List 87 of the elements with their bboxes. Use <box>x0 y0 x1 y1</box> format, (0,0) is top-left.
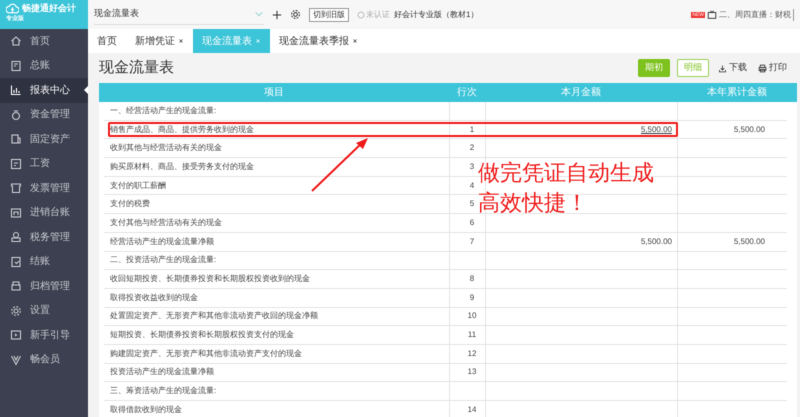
table-cell: 7 <box>470 236 474 248</box>
table-cell: 12 <box>468 348 476 360</box>
table-cell-text: 支付的税费 <box>109 198 151 210</box>
cloud-icon <box>6 2 19 16</box>
sidebar-item[interactable]: 报表中心 <box>0 78 88 102</box>
table-cell-text: 5,500.00 <box>640 124 673 136</box>
sidebar-item[interactable]: 固定资产 <box>0 127 88 152</box>
logo-name: 畅捷通好会计 <box>22 2 76 15</box>
download-icon <box>718 64 727 72</box>
report-select[interactable]: 现金流量表 <box>94 4 264 24</box>
table-cell-text: 5,500.00 <box>732 124 766 136</box>
annotation-arrow <box>310 137 370 193</box>
sidebar-item[interactable]: 税务管理 <box>0 225 88 250</box>
tab[interactable]: 新增凭证 <box>126 29 193 53</box>
old-version-button[interactable]: 切到旧版 <box>309 8 349 22</box>
table-cell-text: 收回短期投资、长期债券投资和长期股权投资收到的现金 <box>109 273 311 286</box>
receipt-icon <box>10 182 22 194</box>
calendar-icon <box>10 206 22 219</box>
table-cell-text: 处置固定资产、无形资产和其他非流动资产收回的现金净额 <box>109 310 319 322</box>
table-cell-text: 支付其他与经营活动有关的现金 <box>109 216 223 229</box>
table-cell: 9 <box>470 292 474 304</box>
table-cell: 6 <box>470 216 474 229</box>
sidebar-item[interactable]: 新手引导 <box>0 323 88 348</box>
table-cell: 14 <box>468 404 476 416</box>
sidebar-item[interactable]: 发票管理 <box>0 176 88 200</box>
table-cell-text: 购建固定资产、无形资产和其他非流动资产支付的现金 <box>109 348 303 360</box>
column-header: 行次 <box>456 86 478 100</box>
table-cell: 8 <box>470 273 474 286</box>
table-cell: 5 <box>470 198 474 210</box>
table-cell-text: 销售产成品、商品、提供劳务收到的现金 <box>109 124 255 136</box>
column-header: 项目 <box>263 86 285 100</box>
home-icon <box>10 35 22 48</box>
settings-icon <box>10 304 22 317</box>
table-cell: 1 <box>470 124 474 136</box>
sidebar-item[interactable]: 首页 <box>0 29 88 54</box>
sidebar-item[interactable]: 结账 <box>0 250 88 274</box>
table-cell: 11 <box>468 329 476 342</box>
ledger-icon <box>10 60 22 72</box>
checkmark-icon <box>10 256 22 268</box>
table-cell-text: 投资活动产生的现金流量净额 <box>109 366 215 378</box>
annotation-text: 高效快捷！ <box>478 189 588 217</box>
plus-icon <box>272 10 282 20</box>
tab[interactable]: 首页 <box>88 29 126 53</box>
printer-icon <box>758 64 767 72</box>
sidebar-item[interactable]: 畅会员 <box>0 348 88 372</box>
chevron-down-icon <box>254 9 264 19</box>
verify-status: 未认证 <box>366 8 390 20</box>
table-cell-text: 取得借款收到的现金 <box>109 404 183 416</box>
table-cell: 10 <box>468 310 476 322</box>
table-cell-text: 短期投资、长期债券投资和长期股权投资支付的现金 <box>109 329 295 342</box>
folder-icon <box>10 280 22 292</box>
building-icon <box>10 133 22 146</box>
sidebar-item[interactable]: 总账 <box>0 54 88 78</box>
table-cell: 13 <box>468 366 476 378</box>
sidebar-item[interactable]: 归档管理 <box>0 274 88 298</box>
table-cell-text: 支付的职工薪酬 <box>109 180 167 192</box>
column-header: 本月金额 <box>560 86 602 100</box>
table-cell: 4 <box>470 180 474 192</box>
v-icon <box>10 354 22 366</box>
column-header: 本年累计金额 <box>706 86 768 100</box>
play-icon <box>10 329 22 342</box>
sidebar-item[interactable]: 资金管理 <box>0 102 88 127</box>
sidebar-item[interactable]: 设置 <box>0 298 88 323</box>
table-cell-text: 一、经营活动产生的现金流量: <box>109 104 218 117</box>
company-name: 好会计专业版（教材1） <box>394 8 478 20</box>
table-cell-text: 取得投资收益收到的现金 <box>109 292 199 304</box>
table-cell-text: 三、筹资活动产生的现金流量: <box>109 385 218 398</box>
table-cell-text: 经营活动产生的现金流量净额 <box>109 236 215 248</box>
table-cell-text: 购买原材料、商品、接受劳务支付的现金 <box>109 160 255 173</box>
annotation-text: 做完凭证自动生成 <box>478 159 654 187</box>
page-title: 现金流量表 <box>99 58 174 78</box>
table-cell-text: 二、投资活动产生的现金流量: <box>109 254 218 266</box>
table-cell: 3 <box>470 160 474 173</box>
chart-icon <box>10 84 22 96</box>
table-cell: 2 <box>470 142 474 154</box>
table-cell-text: 5,500.00 <box>732 236 766 248</box>
tab[interactable]: 现金流量表季报 <box>270 29 367 53</box>
tv-icon <box>707 10 717 20</box>
sidebar-item[interactable]: 工资 <box>0 152 88 176</box>
sidebar-item[interactable]: 进销台账 <box>0 200 88 225</box>
table-cell-text: 收到其他与经营活动有关的现金 <box>109 142 223 154</box>
settings-icon <box>290 9 301 20</box>
table-cell-text: 5,500.00 <box>640 236 673 248</box>
document-icon <box>10 158 22 170</box>
print-button[interactable]: 打印 <box>756 61 789 75</box>
live-notice[interactable]: 二、周四直播：财税 <box>719 8 794 20</box>
download-button[interactable]: 下载 <box>716 61 749 75</box>
